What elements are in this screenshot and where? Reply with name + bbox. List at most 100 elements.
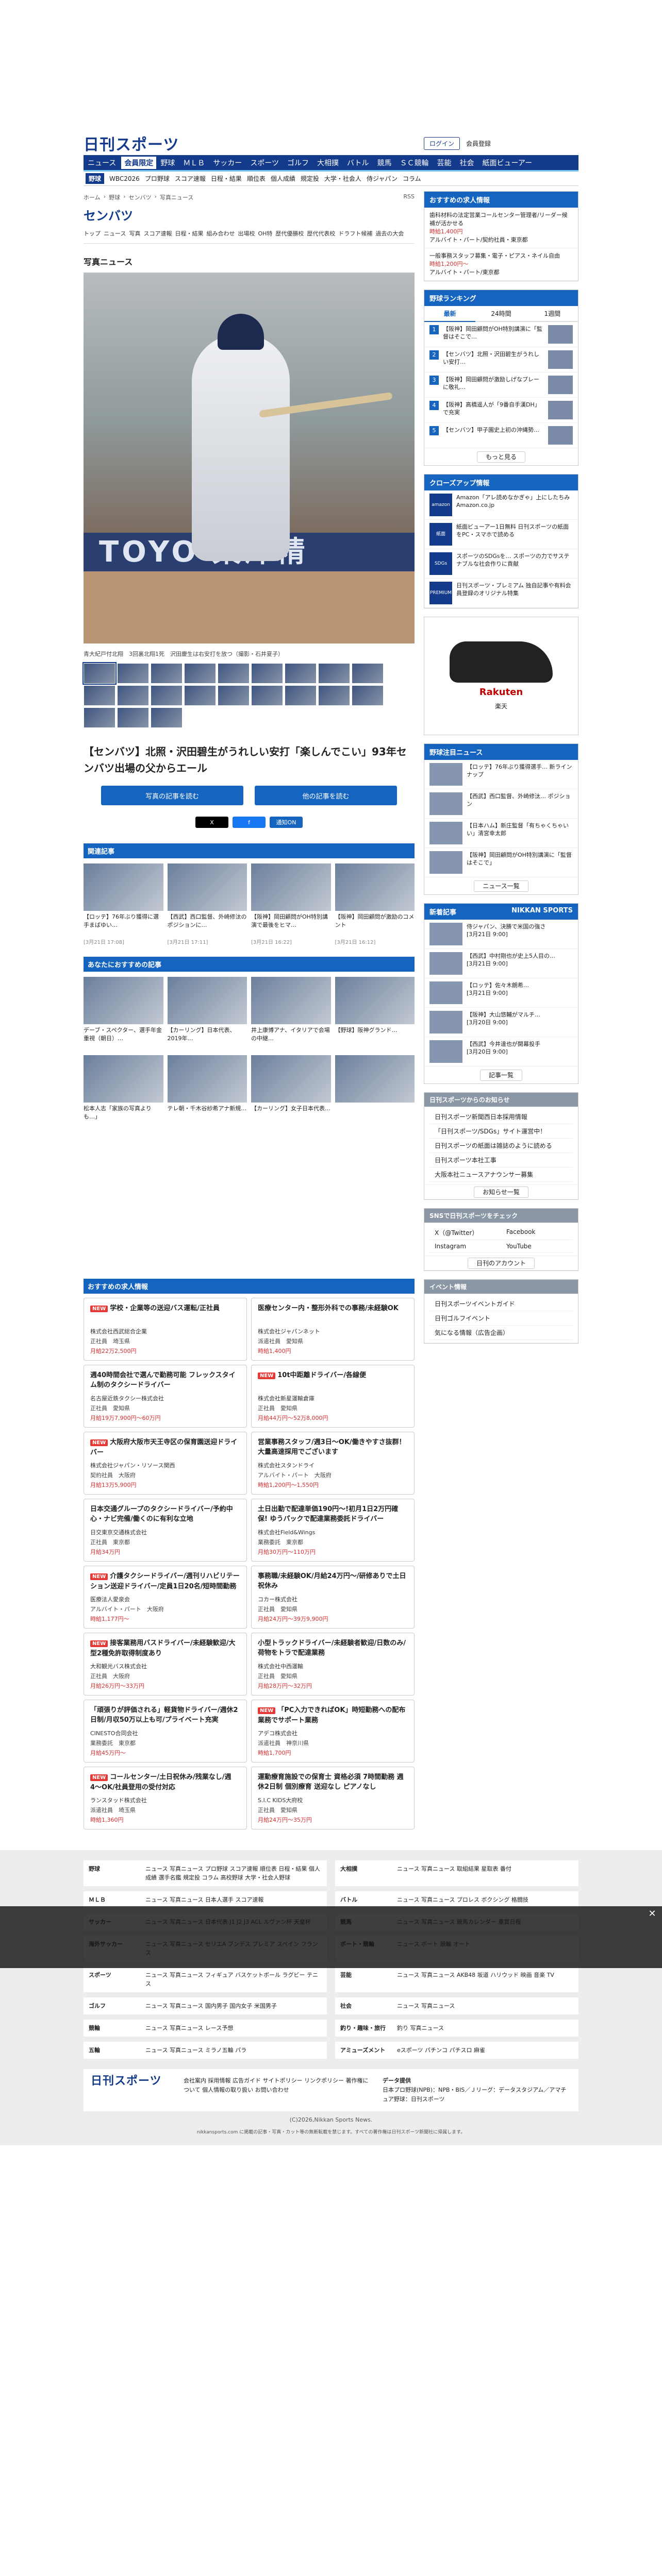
job-card[interactable]: 運動療育施設での保育士 資格必須 7時間勤務 週休2日制 個別療育 送迎なし ピ…: [251, 1767, 415, 1829]
photo-thumbnail[interactable]: [218, 685, 250, 706]
main-nav-item[interactable]: 野球: [156, 158, 179, 168]
main-nav-item[interactable]: 社会: [455, 158, 478, 168]
footer-section-title[interactable]: スポーツ: [89, 1971, 145, 1988]
job-card[interactable]: 土日出勤で配達単価190円〜!初月1日2万円確保! ゆうパックで配達業務委託ドラ…: [251, 1499, 415, 1562]
job-card[interactable]: 「頑張りが評価される」軽貨物ドライバー/週休2日制/月収50万以上も可/プライベ…: [84, 1700, 247, 1762]
main-nav-item[interactable]: スポーツ: [246, 158, 283, 168]
pr-item[interactable]: amazon Amazon「アレ読めなかぎゃ」上にしたちみ Amazon.co.jp: [424, 490, 578, 520]
footer-section-links[interactable]: ニュース 写真ニュース 取組結果 星取表 番付: [397, 1865, 511, 1882]
breadcrumb-item[interactable]: 写真ニュース: [160, 193, 193, 201]
new-article-item[interactable]: 【ロッテ】佐々木朗希… [3月21日 9:00]: [424, 978, 578, 1008]
ranking-item[interactable]: 3 【阪神】岡田顧問が激励しげなプレーに敬礼…: [424, 372, 578, 398]
info-link[interactable]: 「日刊スポーツ/SDGs」サイト運営中！: [429, 1124, 573, 1139]
photo-thumbnail[interactable]: [151, 707, 183, 728]
footer-section-links[interactable]: ニュース 写真ニュース プロレス ボクシング 格闘技: [397, 1895, 528, 1904]
footer-links[interactable]: 会社案内 採用情報 広告ガイド サイトポリシー リンクポリシー 著作権について …: [184, 2076, 372, 2104]
footer-logo[interactable]: 日刊スポーツ: [91, 2075, 173, 2087]
photo-thumbnail[interactable]: [285, 663, 317, 684]
photo-thumbnail[interactable]: [84, 685, 115, 706]
photo-thumbnail[interactable]: [251, 663, 283, 684]
pr-item[interactable]: 紙面 紙面ビューアー1日無料 日刊スポーツの紙面をPC・スマホで読める: [424, 520, 578, 549]
footer-section-links[interactable]: ニュース 写真ニュース 日本人選手 スコア速報: [145, 1895, 263, 1904]
ranking-item[interactable]: 1 【阪神】岡田顧問がOH特別講演に「監督はそこで…: [424, 322, 578, 347]
footer-section-title[interactable]: 釣り・趣味・旅行: [340, 2024, 397, 2032]
rss-link[interactable]: RSS: [403, 193, 415, 201]
related-card[interactable]: 【ロッテ】76年ぶり獲得に選手まばゆい… [3月21日 17:08]: [84, 863, 163, 945]
photo-thumbnail[interactable]: [84, 707, 115, 728]
sub-nav-item[interactable]: 侍ジャパン: [367, 174, 398, 183]
pr-item[interactable]: PREMIUM 日刊スポーツ・プレミアム 独自記事や有料会員登録のオリジナル特集: [424, 579, 578, 608]
sub-nav-item[interactable]: WBC2026: [109, 175, 140, 182]
ranking-item[interactable]: 5 【センバツ】甲子園史上初の沖縄勢…: [424, 423, 578, 448]
new-article-item[interactable]: 【西武】今井達也が開幕投手 [3月20日 9:00]: [424, 1037, 578, 1066]
footer-section-title[interactable]: 競輪: [89, 2024, 145, 2032]
job-card[interactable]: NEW 「PC入力できればOK」時短勤務への配布業務でサポート業務 アデコ株式会社派…: [251, 1700, 415, 1762]
job-card[interactable]: NEW コールセンター/土日祝休み/残業なし/週4〜OK/社員登用の受付対応 ランス…: [84, 1767, 247, 1829]
photo-thumbnail[interactable]: [352, 685, 384, 706]
photo-thumbnail[interactable]: [285, 685, 317, 706]
ranking-tab[interactable]: 1週間: [526, 306, 578, 322]
info-link[interactable]: 日刊スポーツの紙面は雑誌のように読める: [429, 1139, 573, 1153]
related-card[interactable]: 【阪神】岡田顧問がOH特別講演で最後をヒマ… [3月21日 16:22]: [251, 863, 331, 945]
footer-section-title[interactable]: ゴルフ: [89, 2002, 145, 2010]
photo-thumbnail[interactable]: [352, 663, 384, 684]
new-article-item[interactable]: 【阪神】大山悠輔がマルチ… [3月20日 9:00]: [424, 1008, 578, 1037]
read-other-button[interactable]: 他の記事を読む: [255, 786, 397, 805]
member-link[interactable]: 会員登録: [466, 139, 491, 148]
job-card[interactable]: 医療センター内・整形外科での事務/未経験OK 株式会社ジャパンネット 派遣社員 愛知…: [251, 1298, 415, 1361]
main-nav-item[interactable]: サッカー: [209, 158, 246, 168]
photo-thumbnail[interactable]: [218, 663, 250, 684]
job-card[interactable]: NEW 学校・企業等の送迎バス運転/正社員 株式会社西武総合企業 正社員 埼玉県 月給2…: [84, 1298, 247, 1361]
info-link[interactable]: 大阪本社ニュースアナウンサー募集: [429, 1167, 573, 1182]
ranking-item[interactable]: 4 【阪神】高橋遥人が「9番自手漢DH」で充実: [424, 398, 578, 423]
footer-section-links[interactable]: ニュース 写真ニュース フィギュア バスケットボール ラグビー テニス: [145, 1971, 322, 1988]
job-card[interactable]: NEW 10t中距離ドライバー/各線便 株式会社新星運輸倉庫 正社員 愛知県 月給44万…: [251, 1365, 415, 1428]
job-card[interactable]: 営業事務スタッフ/週3日〜OK/働きやすさ抜群！大量高速採用でございます 株式会社…: [251, 1432, 415, 1495]
section-nav-item[interactable]: 日程・結果: [175, 230, 203, 237]
hot-news-more-button[interactable]: ニュース一覧: [474, 880, 528, 892]
footer-section-title[interactable]: ＭＬＢ: [89, 1895, 145, 1904]
footer-section-title[interactable]: 大相撲: [340, 1865, 397, 1882]
main-nav-item[interactable]: ＭＬＢ: [179, 158, 209, 168]
login-button[interactable]: ログイン: [424, 137, 460, 150]
section-nav-item[interactable]: 写真: [129, 230, 140, 237]
main-nav-item[interactable]: 大相撲: [313, 158, 343, 168]
reco-card[interactable]: 【カーリング】日本代表、2019年…: [167, 977, 247, 1051]
main-nav-item[interactable]: 競馬: [373, 158, 395, 168]
main-nav-item[interactable]: 紙面ビューアー: [478, 158, 536, 168]
share-facebook-button[interactable]: f: [233, 817, 266, 828]
footer-section-links[interactable]: ニュース 写真ニュース 国内男子 国内女子 米国男子: [145, 2002, 277, 2010]
ranking-item[interactable]: 2 【センバツ】北照・沢田碧生がうれしい安打…: [424, 347, 578, 372]
footer-section-title[interactable]: 五輪: [89, 2046, 145, 2055]
sub-nav-item[interactable]: プロ野球: [145, 174, 170, 183]
related-card[interactable]: 【西武】西口監督、外崎修汰のポジションに… [3月21日 17:11]: [167, 863, 247, 945]
footer-section-links[interactable]: ニュース 写真ニュース プロ野球 スコア速報 順位表 日程・結果 個人成績 選手…: [145, 1865, 322, 1882]
sub-nav-item[interactable]: 規定投: [301, 174, 319, 183]
ranking-tab[interactable]: 最新: [424, 306, 476, 322]
photo-thumbnail[interactable]: [251, 685, 283, 706]
photo-thumbnail[interactable]: [117, 663, 149, 684]
footer-section-links[interactable]: ニュース 写真ニュース ミラノ五輪 パラ: [145, 2046, 246, 2055]
sub-nav-item[interactable]: 大学・社会人: [324, 174, 361, 183]
footer-section-links[interactable]: ニュース 写真ニュース レース予想: [145, 2024, 233, 2032]
share-x-button[interactable]: X: [195, 817, 228, 828]
breadcrumb-item[interactable]: センバツ: [128, 193, 151, 201]
main-nav-item[interactable]: ＳＣ競輪: [395, 158, 433, 168]
new-article-item[interactable]: 【西武】中村剛也が史上5人目の… [3月21日 9:00]: [424, 949, 578, 978]
job-card[interactable]: 日本交通グループのタクシードライバー/予約中心・ナビ完備/働くのに有利な立地 日交…: [84, 1499, 247, 1562]
section-nav-item[interactable]: 組み合わせ: [206, 230, 235, 237]
reco-card[interactable]: [335, 1055, 415, 1129]
reco-card[interactable]: デーブ・スペクター、選手年金重視（朝日）…: [84, 977, 163, 1051]
sns-link[interactable]: X（@Twitter）: [429, 1226, 501, 1240]
sns-link[interactable]: Instagram: [429, 1240, 501, 1253]
hot-news-item[interactable]: 【阪神】岡田顧問がOH特別講演に「監督はそこで」: [424, 848, 578, 877]
ranking-more-button[interactable]: もっと見る: [476, 451, 525, 463]
breadcrumb-item[interactable]: ホーム: [84, 193, 101, 201]
pr-item[interactable]: SDGs スポーツのSDGsを… スポーツの力でサステナブルな社会作りに貢献: [424, 549, 578, 579]
reco-card[interactable]: 【カーリング】女子日本代表…: [251, 1055, 331, 1129]
site-logo[interactable]: 日刊スポーツ: [84, 132, 179, 155]
footer-section-links[interactable]: 釣り 写真ニュース: [397, 2024, 444, 2032]
rakuten-ad[interactable]: Rakuten 楽天: [424, 617, 578, 735]
main-nav-item[interactable]: 芸能: [433, 158, 455, 168]
main-nav-item[interactable]: ゴルフ: [283, 158, 313, 168]
